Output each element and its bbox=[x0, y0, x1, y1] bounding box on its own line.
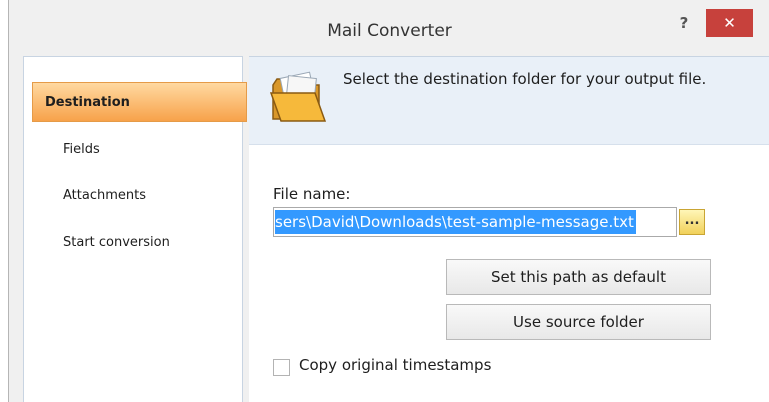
file-name-input[interactable]: sers\David\Downloads\test-sample-message… bbox=[273, 207, 677, 237]
header-instruction: Select the destination folder for your o… bbox=[343, 70, 707, 88]
file-name-label: File name: bbox=[273, 185, 351, 203]
title-bar[interactable]: Mail Converter ? ✕ bbox=[9, 0, 769, 46]
destination-panel: Select the destination folder for your o… bbox=[249, 56, 769, 402]
copy-timestamps-checkbox[interactable] bbox=[273, 359, 290, 376]
browse-button[interactable]: ... bbox=[679, 209, 705, 235]
file-name-value: sers\David\Downloads\test-sample-message… bbox=[275, 210, 636, 234]
close-button[interactable]: ✕ bbox=[706, 9, 753, 37]
folder-icon bbox=[269, 71, 327, 122]
header-band: Select the destination folder for your o… bbox=[249, 57, 769, 145]
sidebar-item-attachments[interactable]: Attachments bbox=[43, 176, 146, 216]
sidebar-item-destination[interactable]: Destination bbox=[32, 82, 247, 122]
sidebar-item-fields[interactable]: Fields bbox=[43, 130, 100, 170]
set-default-path-button[interactable]: Set this path as default bbox=[446, 259, 711, 295]
sidebar-item-start-conversion[interactable]: Start conversion bbox=[43, 223, 170, 263]
window-title: Mail Converter bbox=[327, 21, 452, 41]
copy-timestamps-label[interactable]: Copy original timestamps bbox=[299, 356, 491, 374]
use-source-folder-button[interactable]: Use source folder bbox=[446, 304, 711, 340]
mail-converter-window: Mail Converter ? ✕ Destination Fields At… bbox=[8, 0, 769, 402]
help-button[interactable]: ? bbox=[674, 12, 694, 34]
